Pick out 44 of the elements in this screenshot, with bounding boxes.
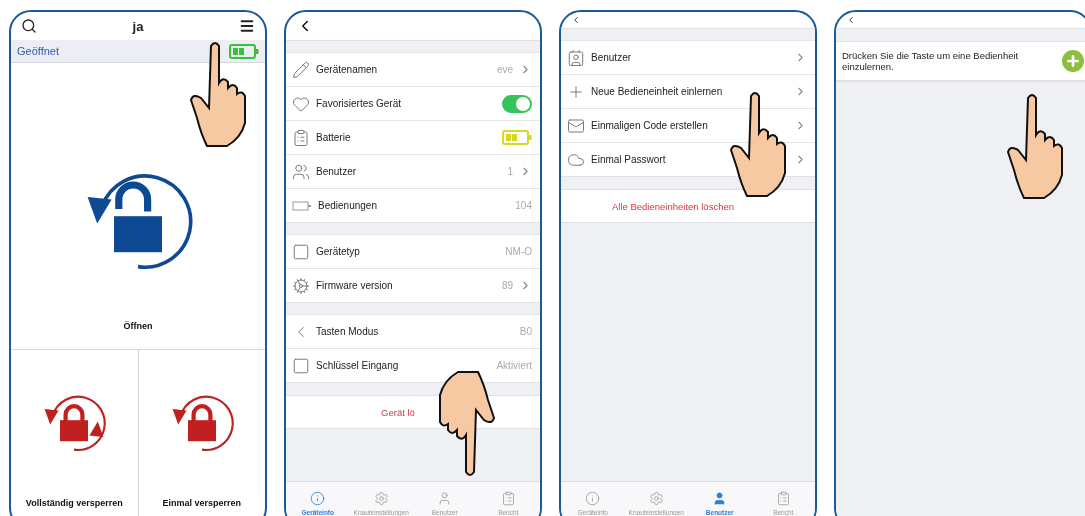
- user-icon: [712, 490, 728, 506]
- row-value: 89: [501, 280, 513, 291]
- clipboard-icon: [775, 490, 791, 506]
- row-label: Benutzer: [316, 166, 358, 177]
- info-icon: [585, 490, 601, 506]
- settings-icon: [373, 490, 389, 506]
- users-icon: [292, 162, 310, 181]
- row-label: Bedienungen: [318, 200, 378, 211]
- row-label: Schlüssel Eingang: [316, 360, 400, 371]
- envelope-icon: [567, 116, 585, 135]
- row-value: 104: [515, 200, 532, 211]
- row-label: Gerätetyp: [316, 246, 361, 257]
- contact-icon: [567, 48, 585, 67]
- search-icon[interactable]: [21, 18, 37, 34]
- row-label: Tasten Modus: [316, 326, 380, 337]
- row-label: Benutzer: [591, 52, 633, 63]
- row-label: Einmaligen Code erstellen: [591, 120, 709, 131]
- heart-icon: [292, 94, 310, 113]
- instruction-text: Drücken Sie die Taste um eine Bedienheit einzulernen.: [842, 50, 1020, 72]
- row-value: eve: [496, 64, 513, 75]
- action-label[interactable]: Einmal versperren: [162, 498, 241, 508]
- row-label: Favorisiertes Gerät: [316, 98, 403, 109]
- toggle-switch[interactable]: [502, 94, 532, 113]
- row-label: Batterie: [316, 132, 352, 143]
- user-icon: [437, 490, 453, 506]
- battery-level-icon: [502, 130, 532, 145]
- row-value: B0: [519, 326, 532, 337]
- row-label: Einmal Passwort: [591, 154, 667, 165]
- status-text: Geöffnet: [17, 45, 59, 57]
- clipboard-icon: [500, 490, 516, 506]
- action-label[interactable]: Vollständig versperren: [25, 498, 123, 508]
- plus-icon: [1065, 53, 1081, 69]
- pencil-icon: [292, 60, 310, 79]
- row-label: Gerätenamen: [316, 64, 379, 75]
- menu-icon[interactable]: [239, 18, 255, 34]
- action-label[interactable]: Öffnen: [123, 321, 153, 331]
- row-value: Aktiviert: [496, 360, 532, 371]
- settings-icon: [648, 490, 664, 506]
- row-label: Neue Bedieneinheit einlernen: [591, 86, 724, 97]
- row-label: Firmware version: [316, 280, 394, 291]
- device-title: ja: [132, 18, 144, 34]
- info-icon: [310, 490, 326, 506]
- row-value: NM-O: [505, 246, 532, 257]
- row-value: 1: [507, 166, 513, 177]
